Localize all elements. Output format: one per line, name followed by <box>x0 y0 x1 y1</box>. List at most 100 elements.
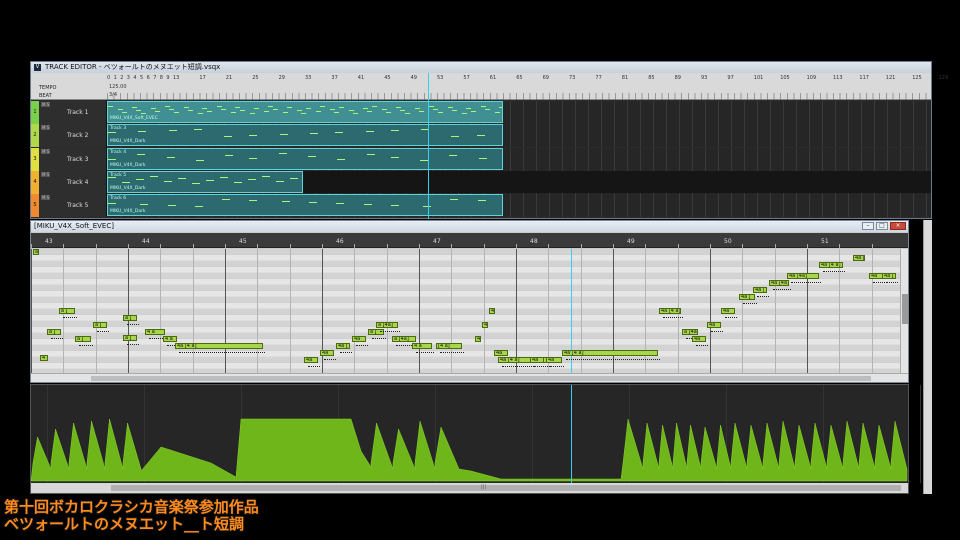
note-block[interactable]: a [4a] <box>376 322 398 328</box>
note-block[interactable]: 4 <box>475 336 481 342</box>
note-block[interactable]: 4a <box>320 350 334 356</box>
track-header[interactable]: 3M S Track 3 <box>31 147 107 171</box>
part-note-mark <box>420 159 429 161</box>
close-button[interactable]: × <box>890 222 906 230</box>
maximize-button[interactable]: □ <box>876 222 888 230</box>
track-lane[interactable]: Track 4 MIKU_V4X_Dark <box>107 147 931 171</box>
mute-solo-toggle[interactable]: M S <box>41 148 51 154</box>
note-block[interactable]: a [ <box>123 335 137 341</box>
note-block[interactable]: 4a [4a] <box>787 273 819 279</box>
note-block[interactable]: 4 a <box>412 343 432 349</box>
track-header[interactable]: 2M S Track 2 <box>31 124 107 148</box>
note-block[interactable]: 4a <box>530 357 544 363</box>
part-note-mark <box>381 109 387 110</box>
note-block[interactable]: 4a <box>546 357 562 363</box>
note-block[interactable]: 4a [4 a] <box>562 350 658 356</box>
track-row[interactable]: 5M S Track 5 Track 6 MIKU_V4X_Dark <box>31 194 931 218</box>
piano-roll-titlebar[interactable]: [MIKU_V4X_Soft_EVEC] – □ × <box>31 221 908 232</box>
editor-vertical-scrollbar[interactable] <box>923 220 932 494</box>
track-row[interactable]: 4M S Track 4 Track 5 MIKU_V4X_Dark <box>31 170 931 194</box>
part-note-mark <box>221 109 227 110</box>
track-lane[interactable]: Track 6 MIKU_V4X_Dark <box>107 194 931 218</box>
ruler-tick-label: 73 <box>569 75 576 81</box>
note-block[interactable]: 4a [ <box>336 343 350 349</box>
note-block[interactable]: a [ <box>93 322 107 328</box>
mute-solo-toggle[interactable]: M S <box>41 125 51 131</box>
track-number[interactable]: 4 <box>31 170 39 194</box>
track-number[interactable]: 2 <box>31 124 39 148</box>
minimize-button[interactable]: – <box>862 222 874 230</box>
note-block[interactable]: 4a <box>869 273 883 279</box>
note-block[interactable]: 4a <box>494 350 508 356</box>
note-grid[interactable]: 4aa [a [a [a [a [a [4 a4 a 4a [4 a] 4a 4a 4a… <box>31 249 900 374</box>
note-block[interactable]: 4a <box>707 322 721 328</box>
mute-solo-toggle[interactable]: M S <box>41 171 51 177</box>
note-block[interactable]: 4 a <box>145 329 165 335</box>
track-lane[interactable]: Track 5 MIKU_V4X_Dark <box>107 170 931 194</box>
dynamics-horizontal-scrollbar[interactable]: ||| <box>31 483 908 493</box>
vocal-part[interactable]: Track 3 MIKU_V4X_Dark <box>107 124 503 147</box>
piano-roll-horizontal-scrollbar[interactable] <box>31 373 908 382</box>
note-block[interactable]: 4a <box>304 357 318 363</box>
track-name[interactable]: Track 4 <box>67 179 88 186</box>
note-block[interactable]: 4 a <box>163 336 177 342</box>
note-block[interactable]: 4 <box>482 322 488 328</box>
piano-roll-vertical-scrollbar[interactable] <box>900 249 908 374</box>
track-name[interactable]: Track 3 <box>67 156 88 163</box>
note-block[interactable]: a [ <box>47 329 61 335</box>
vocal-part[interactable]: Track 5 MIKU_V4X_Dark <box>107 170 303 193</box>
track-header[interactable]: 5M S Track 5 <box>31 194 107 218</box>
note-block[interactable]: 4 <box>489 308 495 314</box>
note-block[interactable]: a [ <box>123 315 137 321</box>
vertical-scroll-thumb[interactable] <box>902 294 908 324</box>
note-block[interactable]: 4a <box>721 308 735 314</box>
dynamics-control-panel[interactable]: ||| <box>30 384 921 494</box>
track-row[interactable]: 3M S Track 3 Track 4 MIKU_V4X_Dark <box>31 147 931 171</box>
track-header[interactable]: 1M S Track 1 <box>31 101 107 124</box>
track-lane[interactable]: Track 3 MIKU_V4X_Dark <box>107 124 931 148</box>
note-block[interactable]: 4a <box>352 336 366 342</box>
vocal-part[interactable]: Track 4 MIKU_V4X_Dark <box>107 147 503 170</box>
note-block[interactable]: 4a [4 a] <box>819 262 843 268</box>
note-block[interactable]: a [ <box>75 336 91 342</box>
dynamics-curve[interactable] <box>31 385 908 483</box>
note-block[interactable]: 4a [ <box>882 273 896 279</box>
note-block[interactable]: 4a [ <box>739 294 755 300</box>
playhead-cursor[interactable] <box>428 73 429 219</box>
note-block[interactable]: 4a [ <box>853 255 865 261</box>
vocal-part[interactable]: Track 6 MIKU_V4X_Dark <box>107 194 503 217</box>
piano-roll-ruler[interactable]: 43 44 45 46 47 48 49 50 51 <box>31 233 908 248</box>
track-row[interactable]: 2M S Track 2 Track 3 MIKU_V4X_Dark <box>31 124 931 148</box>
note-block[interactable]: a <box>33 249 39 255</box>
track-name[interactable]: Track 1 <box>67 109 88 116</box>
note-block[interactable]: 4a [4 a] <box>659 308 681 314</box>
track-name[interactable]: Track 5 <box>67 202 88 209</box>
track-number[interactable]: 3 <box>31 147 39 171</box>
note-block[interactable]: a [4a] <box>392 336 416 342</box>
track-number[interactable]: 1 <box>31 101 39 124</box>
measure-ruler[interactable]: 0 1 2 3 4 5 6 7 8 9 13 17 21 25 29 33 37 41 45 49 53 57 61 65 69… <box>107 73 948 83</box>
vocal-part[interactable]: MIKU_V4X_Soft_EVEC <box>107 101 503 123</box>
empty-track-region[interactable] <box>303 170 931 193</box>
note-block[interactable]: 4 <box>40 355 48 361</box>
dynamics-waveform[interactable] <box>31 418 908 482</box>
track-lane[interactable]: MIKU_V4X_Soft_EVEC <box>107 101 931 124</box>
track-row[interactable]: 1M S Track 1 MIKU_V4X_Soft_EVEC <box>31 101 931 124</box>
horizontal-scroll-thumb[interactable] <box>91 376 871 381</box>
dynamics-scroll-thumb[interactable] <box>111 485 901 491</box>
note-block[interactable]: 4a [4a] <box>769 280 789 286</box>
bar-number: 46 <box>336 238 344 245</box>
note-block[interactable]: 4a <box>692 336 706 342</box>
note-block[interactable]: a [4a] <box>682 329 698 335</box>
note-block[interactable]: [4 a] <box>436 343 462 349</box>
note-block[interactable]: 4a [ <box>753 287 767 293</box>
track-name[interactable]: Track 2 <box>67 132 88 139</box>
tempo-value[interactable]: 125.00 <box>109 84 127 90</box>
track-number[interactable]: 5 <box>31 194 39 218</box>
note-block[interactable]: 4a [4 a] <box>175 343 263 349</box>
track-header[interactable]: 4M S Track 4 <box>31 170 107 194</box>
mute-solo-toggle[interactable]: M S <box>41 195 51 201</box>
track-editor-titlebar[interactable]: V TRACK EDITOR - ベツォールトのメヌエット短調.vsqx <box>31 62 931 73</box>
note-block[interactable]: a [ <box>59 308 75 314</box>
mute-solo-toggle[interactable]: M S <box>41 102 51 107</box>
